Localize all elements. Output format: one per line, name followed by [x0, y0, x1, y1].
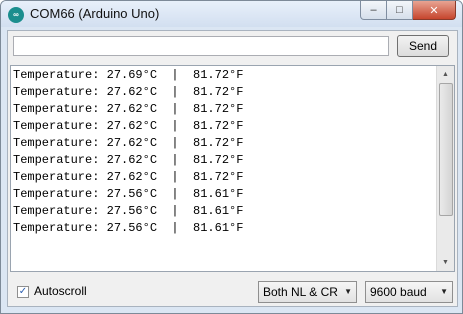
serial-monitor-window: ∞ COM66 (Arduino Uno) – □ ✕ Send Tempera… — [0, 0, 463, 314]
close-button[interactable]: ✕ — [413, 1, 456, 20]
scroll-down-icon[interactable]: ▼ — [437, 254, 454, 271]
send-row: Send — [8, 31, 457, 65]
chevron-down-icon: ▼ — [440, 287, 448, 296]
scroll-up-icon[interactable]: ▲ — [437, 66, 454, 83]
scroll-thumb[interactable] — [439, 83, 453, 216]
send-input[interactable] — [13, 36, 389, 56]
chevron-down-icon: ▼ — [344, 287, 352, 296]
title-bar[interactable]: ∞ COM66 (Arduino Uno) – □ ✕ — [1, 1, 462, 27]
output-line: Temperature: 27.69°C | 81.72°F — [13, 68, 244, 82]
baud-rate-select[interactable]: 9600 baud ▼ — [365, 281, 453, 303]
line-ending-value: Both NL & CR — [263, 285, 338, 299]
output-line: Temperature: 27.56°C | 81.61°F — [13, 187, 244, 201]
send-button[interactable]: Send — [397, 35, 449, 57]
window-title: COM66 (Arduino Uno) — [30, 6, 160, 21]
output-line: Temperature: 27.62°C | 81.72°F — [13, 102, 244, 116]
autoscroll-label: Autoscroll — [34, 284, 87, 298]
output-lines: Temperature: 27.69°C | 81.72°F Temperatur… — [13, 67, 243, 237]
vertical-scrollbar[interactable]: ▲ ▼ — [436, 66, 454, 271]
serial-monitor-client: Send Temperature: 27.69°C | 81.72°F Tempe… — [7, 30, 458, 307]
maximize-button[interactable]: □ — [387, 1, 413, 20]
footer-bar: ✓ Autoscroll Both NL & CR ▼ 9600 baud ▼ — [8, 275, 457, 305]
output-line: Temperature: 27.62°C | 81.72°F — [13, 119, 244, 133]
output-line: Temperature: 27.62°C | 81.72°F — [13, 85, 244, 99]
output-line: Temperature: 27.62°C | 81.72°F — [13, 170, 244, 184]
autoscroll-checkbox[interactable]: ✓ — [17, 286, 29, 298]
serial-output[interactable]: Temperature: 27.69°C | 81.72°F Temperatur… — [10, 65, 455, 272]
arduino-icon: ∞ — [8, 7, 24, 23]
minimize-button[interactable]: – — [360, 1, 387, 20]
baud-rate-value: 9600 baud — [370, 285, 427, 299]
output-line: Temperature: 27.56°C | 81.61°F — [13, 204, 244, 218]
line-ending-select[interactable]: Both NL & CR ▼ — [258, 281, 357, 303]
output-line: Temperature: 27.62°C | 81.72°F — [13, 136, 244, 150]
output-line: Temperature: 27.62°C | 81.72°F — [13, 153, 244, 167]
output-line: Temperature: 27.56°C | 81.61°F — [13, 221, 244, 235]
window-controls: – □ ✕ — [360, 1, 456, 21]
